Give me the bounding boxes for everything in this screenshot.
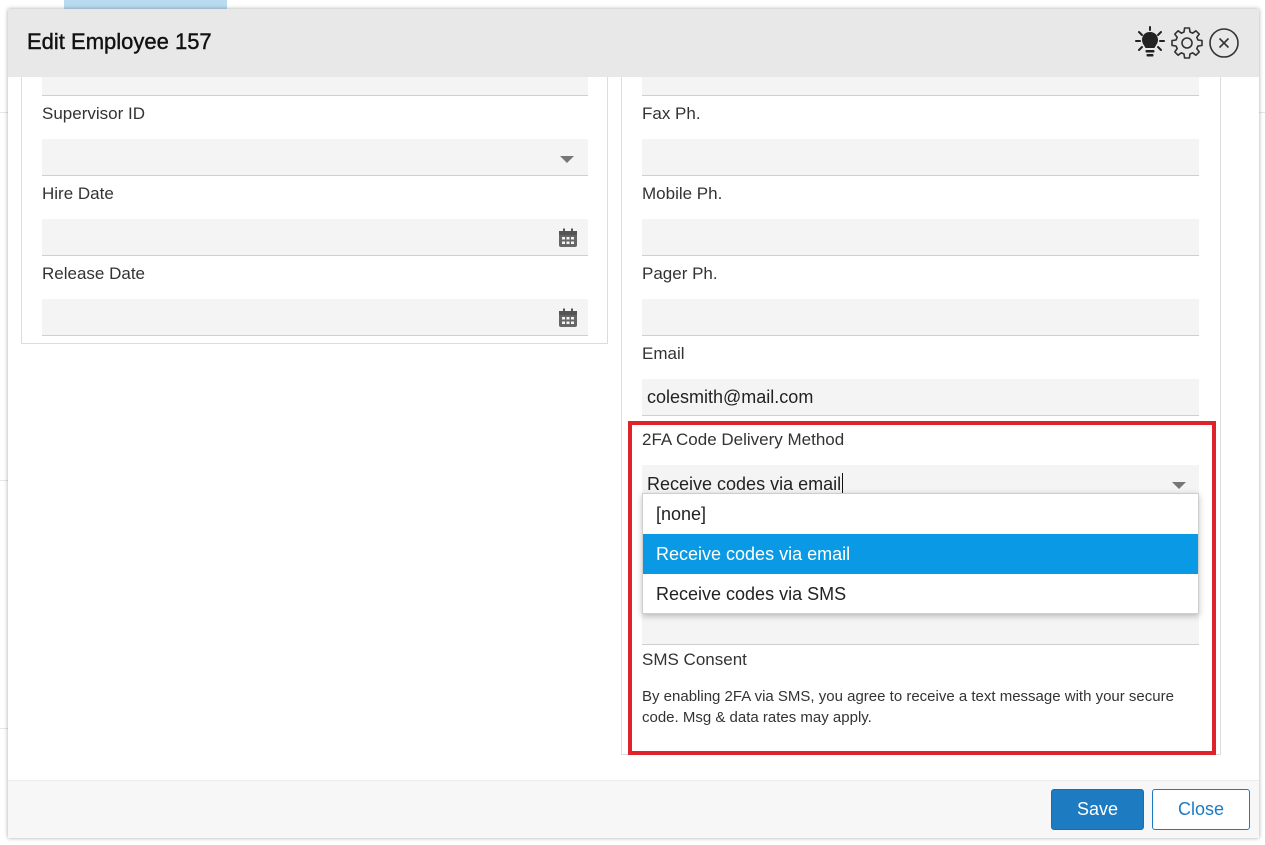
background-divider	[0, 112, 8, 113]
background-tab	[64, 0, 227, 9]
supervisor-id-select[interactable]	[42, 139, 588, 176]
sms-consent-text: By enabling 2FA via SMS, you agree to re…	[642, 688, 1174, 726]
background-divider	[0, 480, 8, 481]
gear-icon[interactable]	[1170, 26, 1204, 60]
dialog-body: Supervisor ID Hire Date Release Date Fax…	[8, 77, 1259, 780]
pager-input[interactable]	[642, 299, 1199, 336]
hire-date-input[interactable]	[42, 219, 588, 256]
mobile-input[interactable]	[642, 219, 1199, 256]
lightbulb-icon[interactable]	[1133, 26, 1167, 60]
twofa-selected-value: Receive codes via email	[647, 473, 844, 495]
previous-field-input[interactable]	[42, 77, 588, 96]
dialog-title: Edit Employee 157	[27, 29, 212, 54]
close-icon[interactable]	[1207, 26, 1241, 60]
dialog-header: Edit Employee 157	[8, 9, 1259, 77]
twofa-selected-text: Receive codes via email	[647, 474, 842, 494]
dropdown-option-none[interactable]: [none]	[643, 494, 1198, 534]
pager-label: Pager Ph.	[642, 264, 718, 283]
text-cursor	[842, 473, 844, 494]
twofa-dropdown-list: [none] Receive codes via email Receive c…	[642, 493, 1199, 614]
fax-input[interactable]	[642, 139, 1199, 176]
previous-field-input[interactable]	[642, 77, 1199, 96]
background-divider	[1258, 112, 1265, 113]
chevron-down-icon[interactable]	[560, 156, 574, 163]
mobile-label: Mobile Ph.	[642, 184, 723, 203]
dropdown-option-sms[interactable]: Receive codes via SMS	[643, 574, 1198, 614]
fax-label: Fax Ph.	[642, 104, 701, 123]
email-value: colesmith@mail.com	[647, 387, 814, 407]
chevron-down-icon[interactable]	[1172, 482, 1186, 489]
save-button[interactable]: Save	[1051, 789, 1144, 830]
dialog-footer: Save Close	[8, 780, 1259, 838]
dropdown-option-email[interactable]: Receive codes via email	[643, 534, 1198, 574]
hire-date-label: Hire Date	[42, 184, 114, 203]
supervisor-id-label: Supervisor ID	[42, 104, 145, 123]
background-divider	[0, 728, 8, 729]
release-date-label: Release Date	[42, 264, 146, 283]
twofa-label: 2FA Code Delivery Method	[642, 430, 845, 449]
close-button[interactable]: Close	[1152, 789, 1250, 830]
calendar-icon[interactable]	[558, 308, 578, 328]
release-date-input[interactable]	[42, 299, 588, 336]
email-label: Email	[642, 344, 685, 363]
edit-employee-dialog: Edit Employee 157 Supervisor ID Hire Dat…	[8, 9, 1259, 838]
sms-consent-label: SMS Consent	[642, 650, 747, 669]
email-input[interactable]: colesmith@mail.com	[642, 379, 1199, 416]
calendar-icon[interactable]	[558, 228, 578, 248]
